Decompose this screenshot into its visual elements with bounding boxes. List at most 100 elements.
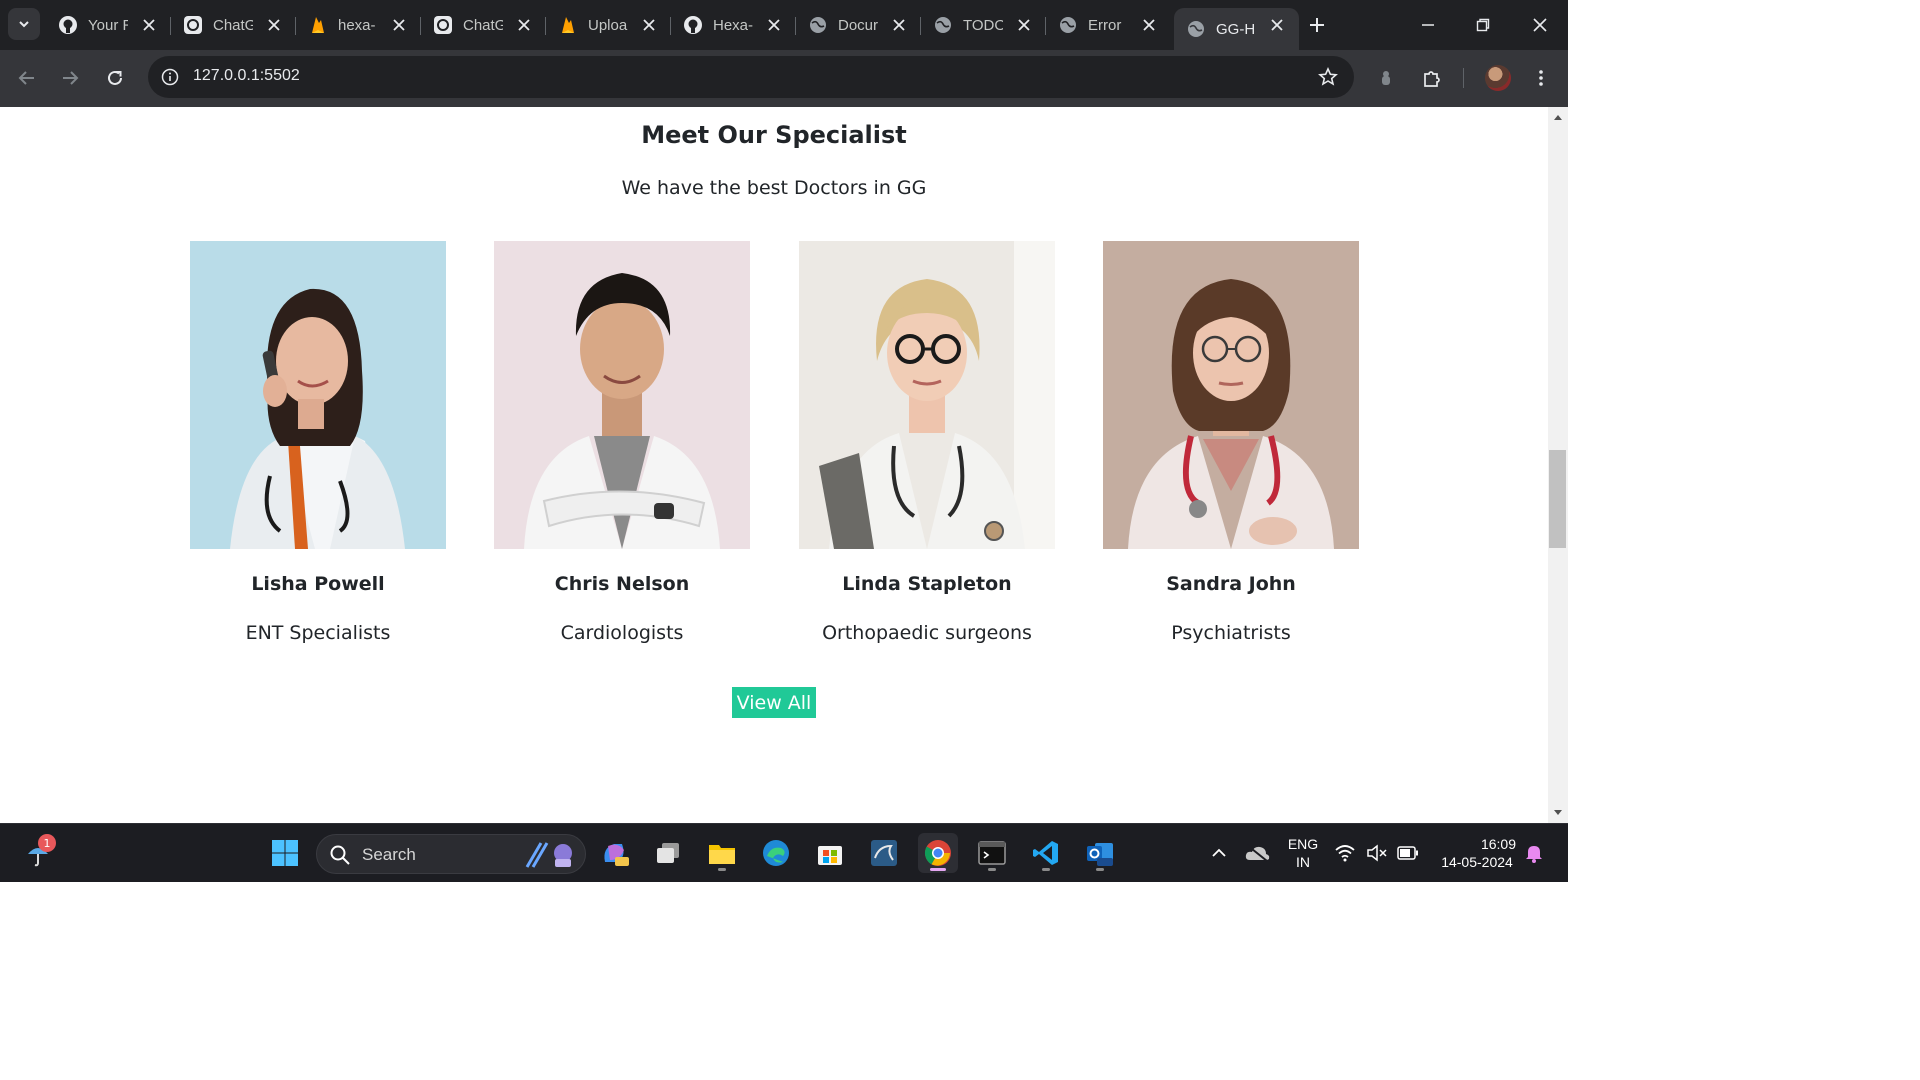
- forward-button[interactable]: [56, 64, 84, 92]
- doctor-photo: [799, 241, 1055, 549]
- doctor-photo: [190, 241, 446, 549]
- taskbar-search[interactable]: Search: [316, 834, 586, 874]
- vscode-app[interactable]: [1026, 833, 1066, 873]
- scroll-down-icon[interactable]: [1552, 808, 1564, 818]
- tab-title: Docur: [838, 16, 878, 34]
- search-label: Search: [362, 845, 416, 864]
- notifications-button[interactable]: [1520, 833, 1548, 873]
- running-indicator: [1042, 868, 1050, 871]
- web-page: Meet Our Specialist We have the best Doc…: [0, 107, 1548, 823]
- browser-tab[interactable]: Uploa: [546, 8, 671, 42]
- task-view-app[interactable]: [648, 833, 688, 873]
- scroll-up-icon[interactable]: [1552, 112, 1564, 122]
- doctor-card: Chris Nelson Cardiologists: [494, 241, 750, 644]
- file-explorer-app[interactable]: [702, 833, 742, 873]
- volume-status[interactable]: [1362, 833, 1392, 873]
- language-indicator[interactable]: ENG IN: [1283, 835, 1323, 871]
- new-tab-button[interactable]: [1304, 12, 1330, 38]
- minimize-button[interactable]: [1415, 12, 1441, 38]
- url-text[interactable]: 127.0.0.1:5502: [193, 67, 300, 85]
- browser-tab-active[interactable]: GG-H: [1174, 8, 1299, 50]
- chatgpt-icon: [433, 15, 453, 35]
- github-icon: [683, 15, 703, 35]
- address-bar[interactable]: 127.0.0.1:5502: [148, 56, 1354, 98]
- reload-icon: [108, 70, 122, 85]
- profile-avatar[interactable]: [1485, 65, 1511, 91]
- edge-app[interactable]: [756, 833, 796, 873]
- tab-title: TODO: [963, 16, 1003, 34]
- microsoft-store-app[interactable]: [810, 833, 850, 873]
- extension-button[interactable]: [1372, 64, 1400, 92]
- outlook-app[interactable]: [1080, 833, 1120, 873]
- windows-taskbar: 1 Search ENG IN 16:09 14-05-2024: [0, 823, 1568, 882]
- chrome-app[interactable]: [918, 833, 958, 873]
- start-button[interactable]: [265, 833, 305, 873]
- onedrive-button[interactable]: [1237, 833, 1277, 873]
- tab-title: Hexa-: [713, 16, 753, 34]
- show-hidden-icons-button[interactable]: [1199, 833, 1239, 873]
- wifi-icon: [1335, 845, 1355, 862]
- tab-title: hexa-: [338, 16, 376, 34]
- volume-muted-icon: [1367, 844, 1387, 862]
- terminal-app[interactable]: [972, 833, 1012, 873]
- close-icon[interactable]: [1269, 17, 1285, 33]
- running-indicator: [1096, 868, 1104, 871]
- chatgpt-icon: [183, 15, 203, 35]
- doctor-specialty: Psychiatrists: [1171, 622, 1291, 644]
- running-indicator: [930, 868, 946, 871]
- bookmark-star-icon[interactable]: [1316, 65, 1340, 89]
- region-code: IN: [1296, 854, 1310, 870]
- view-all-button[interactable]: View All: [732, 687, 816, 718]
- edge-icon: [763, 840, 789, 866]
- doctor-card: Sandra John Psychiatrists: [1103, 241, 1359, 644]
- task-view-icon: [657, 843, 679, 863]
- running-indicator: [718, 868, 726, 871]
- close-icon[interactable]: [1016, 17, 1032, 33]
- restore-button[interactable]: [1470, 12, 1496, 38]
- battery-status[interactable]: [1393, 833, 1423, 873]
- bell-icon: [1526, 846, 1542, 863]
- chevron-down-icon: [19, 21, 29, 28]
- wifi-status[interactable]: [1330, 833, 1360, 873]
- close-icon[interactable]: [391, 17, 407, 33]
- close-icon[interactable]: [641, 17, 657, 33]
- battery-icon: [1397, 846, 1418, 860]
- tab-search-button[interactable]: [8, 8, 40, 40]
- close-icon[interactable]: [1141, 17, 1157, 33]
- tab-title: ChatG: [213, 16, 253, 34]
- arrow-left-icon: [18, 71, 34, 85]
- close-icon[interactable]: [516, 17, 532, 33]
- browser-tab[interactable]: hexa-: [296, 8, 421, 42]
- mysql-workbench-app[interactable]: [864, 833, 904, 873]
- browser-tab[interactable]: Hexa-: [671, 8, 796, 42]
- github-icon: [58, 15, 78, 35]
- extensions-menu-button[interactable]: [1418, 64, 1446, 92]
- close-icon[interactable]: [766, 17, 782, 33]
- clock[interactable]: 16:09 14-05-2024: [1432, 835, 1522, 871]
- extension-lock-icon: [1382, 71, 1390, 85]
- doctor-name: Lisha Powell: [251, 573, 385, 595]
- reload-button[interactable]: [101, 64, 129, 92]
- copilot-app[interactable]: [595, 833, 635, 873]
- browser-tab[interactable]: Docur: [796, 8, 921, 42]
- close-icon[interactable]: [141, 17, 157, 33]
- search-icon: [330, 845, 350, 865]
- back-button[interactable]: [13, 64, 41, 92]
- scrollbar-thumb[interactable]: [1549, 450, 1566, 548]
- browser-tab[interactable]: ChatG: [421, 8, 546, 42]
- browser-tab[interactable]: Error: [1046, 8, 1171, 42]
- close-icon[interactable]: [891, 17, 907, 33]
- close-icon[interactable]: [266, 17, 282, 33]
- search-highlight-icon: [525, 842, 572, 868]
- doctor-name: Linda Stapleton: [842, 573, 1012, 595]
- tab-title: GG-H: [1216, 20, 1256, 38]
- minimize-icon: [1422, 24, 1434, 26]
- notification-badge: 1: [38, 834, 56, 852]
- browser-tab[interactable]: TODO: [921, 8, 1046, 42]
- info-icon[interactable]: [156, 63, 184, 91]
- browser-menu-button[interactable]: [1527, 64, 1555, 92]
- close-window-button[interactable]: [1527, 12, 1553, 38]
- browser-tab[interactable]: Your R: [46, 8, 171, 42]
- doctor-photo: [494, 241, 750, 549]
- browser-tab[interactable]: ChatG: [171, 8, 296, 42]
